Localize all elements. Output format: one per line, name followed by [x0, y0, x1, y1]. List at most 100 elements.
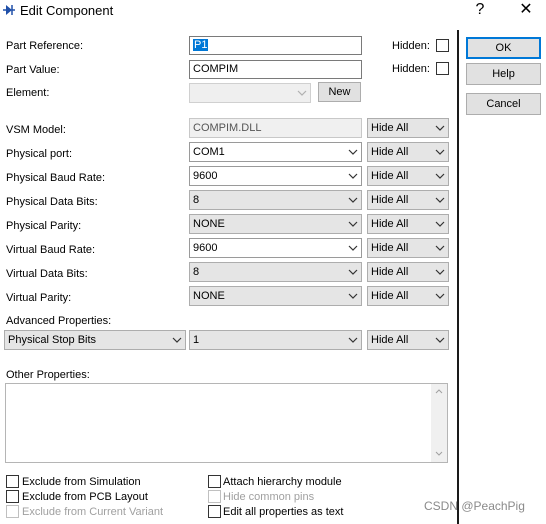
property-value: COM1	[193, 146, 225, 158]
advanced-property-value: 1	[193, 334, 200, 346]
close-icon[interactable]: ✕	[512, 1, 540, 21]
exclude-pcb-label: Exclude from PCB Layout	[22, 491, 148, 503]
ok-button[interactable]: OK	[466, 37, 541, 59]
hide-common-pins-checkbox[interactable]	[208, 490, 221, 503]
visibility-select[interactable]: Hide All	[367, 286, 449, 306]
part-reference-value: P1	[193, 39, 209, 51]
element-select[interactable]	[189, 83, 311, 103]
exclude-variant-checkbox[interactable]	[6, 505, 19, 518]
property-label: VSM Model:	[6, 124, 66, 136]
chevron-down-icon	[348, 215, 358, 233]
advanced-properties-label: Advanced Properties:	[6, 315, 112, 327]
property-label: Physical Parity:	[6, 220, 82, 232]
property-value: NONE	[193, 218, 225, 230]
edit-all-text-checkbox[interactable]	[208, 505, 221, 518]
property-value: NONE	[193, 290, 225, 302]
property-label: Physical port:	[6, 148, 73, 160]
chevron-down-icon	[348, 239, 358, 257]
visibility-value: Hide All	[371, 242, 409, 254]
component-icon	[2, 3, 16, 17]
visibility-select[interactable]: Hide All	[367, 118, 449, 138]
scroll-up-icon	[435, 389, 443, 394]
hide-common-pins-label: Hide common pins	[223, 491, 315, 503]
exclude-pcb-checkbox[interactable]	[6, 490, 19, 503]
advanced-property-select[interactable]: Physical Stop Bits	[4, 330, 186, 350]
visibility-value: Hide All	[371, 146, 409, 158]
property-label: Virtual Baud Rate:	[6, 244, 96, 256]
attach-hierarchy-label: Attach hierarchy module	[223, 476, 342, 488]
chevron-down-icon	[435, 331, 445, 349]
visibility-select[interactable]: Hide All	[367, 190, 449, 210]
property-label: Physical Data Bits:	[6, 196, 98, 208]
chevron-down-icon	[435, 263, 445, 281]
property-value: 9600	[193, 242, 218, 254]
part-reference-hidden-checkbox[interactable]	[436, 39, 449, 52]
property-value: 8	[193, 266, 200, 278]
advanced-visibility-select[interactable]: Hide All	[367, 330, 449, 350]
visibility-select[interactable]: Hide All	[367, 142, 449, 162]
property-value-field[interactable]: NONE	[189, 286, 362, 306]
vertical-scrollbar[interactable]	[431, 384, 447, 462]
exclude-simulation-checkbox[interactable]	[6, 475, 19, 488]
element-label: Element:	[6, 87, 50, 99]
help-title-button[interactable]: ?	[466, 1, 494, 21]
visibility-value: Hide All	[371, 218, 409, 230]
property-value-field[interactable]: COM1	[189, 142, 362, 162]
part-value-hidden-label: Hidden:	[392, 63, 430, 75]
chevron-down-icon	[348, 167, 358, 185]
chevron-down-icon	[435, 119, 445, 137]
part-reference-hidden-label: Hidden:	[392, 40, 430, 52]
help-button[interactable]: Help	[466, 63, 541, 85]
part-reference-input[interactable]: P1	[189, 36, 362, 55]
property-value-field[interactable]: 9600	[189, 238, 362, 258]
window-title: Edit Component	[20, 3, 114, 18]
chevron-down-icon	[297, 84, 307, 102]
chevron-down-icon	[172, 331, 182, 349]
part-reference-label: Part Reference:	[6, 39, 83, 53]
property-value-field[interactable]: 8	[189, 262, 362, 282]
exclude-variant-label: Exclude from Current Variant	[22, 506, 164, 518]
cancel-button[interactable]: Cancel	[466, 93, 541, 115]
new-element-button[interactable]: New	[318, 82, 361, 102]
chevron-down-icon	[348, 263, 358, 281]
property-value: 9600	[193, 170, 218, 182]
visibility-select[interactable]: Hide All	[367, 238, 449, 258]
chevron-down-icon	[348, 191, 358, 209]
chevron-down-icon	[435, 191, 445, 209]
advanced-property-name: Physical Stop Bits	[8, 334, 97, 346]
chevron-down-icon	[435, 143, 445, 161]
property-value: 8	[193, 194, 200, 206]
chevron-down-icon	[348, 287, 358, 305]
advanced-property-value-select[interactable]: 1	[189, 330, 362, 350]
visibility-select[interactable]: Hide All	[367, 214, 449, 234]
property-value-field[interactable]: COMPIM.DLL	[189, 118, 362, 138]
part-value-hidden-checkbox[interactable]	[436, 62, 449, 75]
other-properties-textarea[interactable]	[5, 383, 448, 463]
visibility-select[interactable]: Hide All	[367, 166, 449, 186]
title-bar: Edit Component ? ✕	[0, 0, 546, 22]
visibility-value: Hide All	[371, 266, 409, 278]
chevron-down-icon	[435, 239, 445, 257]
watermark: CSDN @PeachPig	[424, 499, 525, 513]
part-value-input[interactable]: COMPIM	[189, 60, 362, 79]
chevron-down-icon	[348, 331, 358, 349]
edit-all-text-label: Edit all properties as text	[223, 506, 344, 518]
property-value-field[interactable]: 9600	[189, 166, 362, 186]
exclude-simulation-label: Exclude from Simulation	[22, 476, 141, 488]
other-properties-label: Other Properties:	[6, 369, 90, 381]
scroll-down-icon	[435, 451, 443, 456]
property-label: Physical Baud Rate:	[6, 172, 106, 184]
property-value-field[interactable]: NONE	[189, 214, 362, 234]
visibility-select[interactable]: Hide All	[367, 262, 449, 282]
panel-divider	[457, 30, 459, 524]
property-value: COMPIM.DLL	[193, 122, 262, 134]
chevron-down-icon	[435, 167, 445, 185]
property-value-field[interactable]: 8	[189, 190, 362, 210]
visibility-value: Hide All	[371, 170, 409, 182]
chevron-down-icon	[435, 287, 445, 305]
attach-hierarchy-checkbox[interactable]	[208, 475, 221, 488]
visibility-value: Hide All	[371, 122, 409, 134]
visibility-value: Hide All	[371, 194, 409, 206]
visibility-value: Hide All	[371, 290, 409, 302]
part-value-label: Part Value:	[6, 64, 60, 76]
